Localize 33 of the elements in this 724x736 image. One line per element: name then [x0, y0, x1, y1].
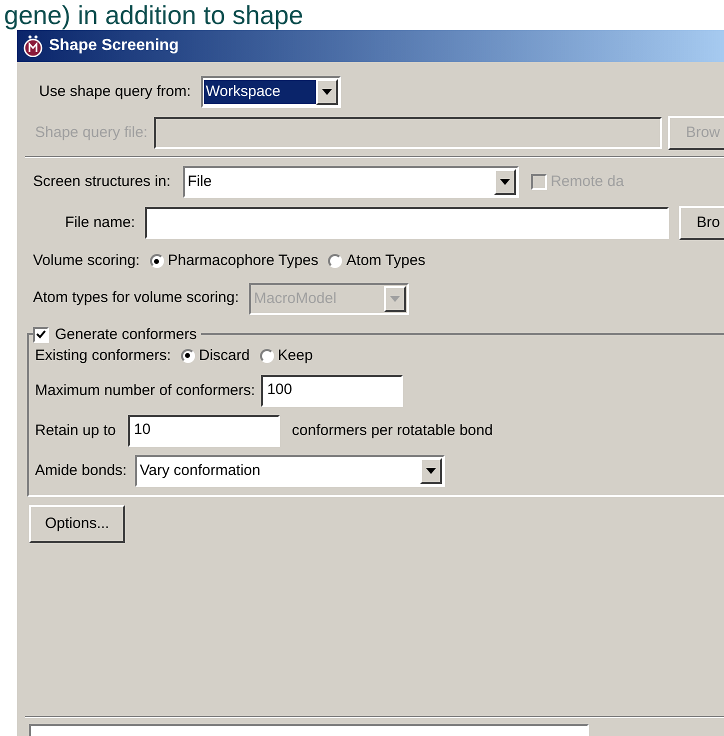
field-label: Retain up to	[35, 420, 116, 441]
radio-label: Discard	[198, 346, 250, 366]
radio-button[interactable]	[328, 254, 342, 268]
field-label: Amide bonds:	[35, 460, 127, 481]
field-label: Maximum number of conformers:	[35, 380, 256, 401]
field-label: Use shape query from:	[39, 82, 191, 102]
input-field[interactable]: 100	[261, 375, 404, 407]
browse-button[interactable]: Bro	[678, 206, 724, 240]
checkbox[interactable]	[33, 326, 49, 343]
radio-button[interactable]	[180, 348, 195, 363]
window-title: Shape Screening	[49, 36, 179, 56]
input-field[interactable]: 10	[128, 415, 280, 447]
field-label: Volume scoring:	[33, 251, 140, 271]
radio-button[interactable]	[260, 348, 274, 363]
app-logo-icon	[23, 35, 43, 57]
field-label: conformers per rotatable bond	[292, 420, 493, 441]
field-label: File name:	[65, 212, 136, 233]
field-label: Screen structures in:	[33, 172, 171, 192]
field-label: Existing conformers:	[35, 346, 171, 366]
radio-label: Pharmacophore Types	[168, 251, 318, 271]
radio-button[interactable]	[150, 254, 164, 268]
dropdown[interactable]: File	[182, 166, 519, 198]
input-field[interactable]	[145, 207, 669, 239]
field-label: Generate conformers	[55, 324, 197, 344]
input-field[interactable]	[29, 724, 589, 736]
options-button[interactable]: Options...	[29, 505, 126, 543]
radio-label: Keep	[278, 346, 313, 366]
dropdown[interactable]: Vary conformation	[134, 455, 445, 487]
dropdown[interactable]: Workspace	[200, 76, 341, 108]
slide-caption: gene) in addition to shape	[3, 0, 304, 30]
field-label: Atom types for volume scoring:	[33, 288, 239, 308]
check-icon	[36, 330, 46, 340]
radio-label: Atom Types	[346, 251, 426, 271]
